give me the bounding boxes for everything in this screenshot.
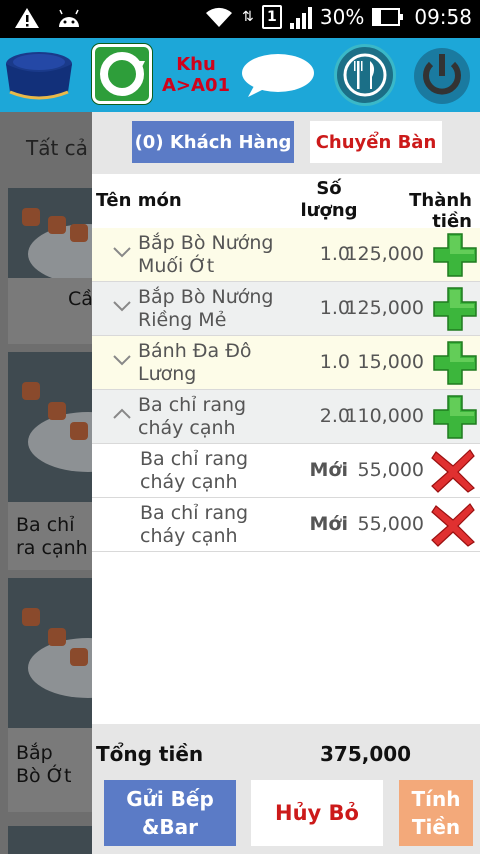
- data-arrows-icon: ⇅: [242, 9, 254, 25]
- product-list: Tất cả Cầ Ba chỉ ra cạnh Bắp Bò Ớt: [0, 112, 100, 854]
- x-icon[interactable]: [430, 502, 476, 548]
- order-item-row[interactable]: Bắp Bò Nướng Muối Ớt 1.0 125,000: [92, 228, 480, 282]
- sim-icon: 1: [261, 5, 282, 29]
- total-label: Tổng tiền: [96, 742, 204, 766]
- item-name: Bắp Bò Nướng Riềng Mẻ: [138, 286, 274, 331]
- area-label: Khu A>A01: [160, 54, 232, 96]
- signal-icon: [289, 5, 312, 29]
- item-name: Ba chỉ rang cháy cạnh: [138, 394, 247, 439]
- chevron-up-icon[interactable]: [112, 404, 132, 424]
- subitem-price: 55,000: [357, 513, 424, 535]
- panel-footer: Tổng tiền 375,000 Gửi Bếp &Bar Hủy Bỏ Tí…: [92, 724, 480, 854]
- android-icon: [59, 9, 79, 27]
- product-photo: [8, 352, 92, 502]
- order-subitem-row[interactable]: Ba chỉ rang cháy cạnh Mới 55,000: [92, 498, 480, 552]
- product-name: Ba chỉ ra cạnh: [16, 514, 88, 559]
- product-photo: [8, 188, 92, 278]
- refresh-button[interactable]: [92, 44, 152, 104]
- plus-icon[interactable]: [432, 394, 478, 440]
- item-name: Bánh Đa Đô Lương: [138, 340, 252, 385]
- chevron-down-icon[interactable]: [112, 350, 132, 370]
- checkout-button[interactable]: Tính Tiền: [399, 780, 473, 846]
- fork-knife-icon: [343, 53, 387, 97]
- product-photo: [8, 826, 92, 854]
- order-item-row[interactable]: Bánh Đa Đô Lương 1.0 15,000: [92, 336, 480, 390]
- order-item-row[interactable]: Bắp Bò Nướng Riềng Mẻ 1.0 125,000: [92, 282, 480, 336]
- refresh-icon: [100, 52, 145, 96]
- top-toolbar: Khu A>A01: [0, 38, 480, 112]
- product-photo: [8, 578, 92, 728]
- order-panel: (0) Khách Hàng Chuyển Bàn Tên món Số lượ…: [92, 112, 480, 854]
- subitem-name: Ba chỉ rang cháy cạnh: [140, 502, 249, 547]
- product-card[interactable]: [8, 826, 92, 854]
- filter-all-label[interactable]: Tất cả: [26, 136, 88, 160]
- column-name: Tên món: [96, 190, 182, 211]
- column-total: Thành tiền: [409, 190, 472, 232]
- battery-icon: [372, 8, 404, 26]
- x-icon[interactable]: [430, 448, 476, 494]
- menu-button[interactable]: [334, 44, 396, 106]
- item-name: Bắp Bò Nướng Muối Ớt: [138, 232, 274, 277]
- status-bar: ⇅ 1 30% 09:58: [0, 0, 480, 38]
- item-price: 125,000: [345, 297, 424, 319]
- area-name: Khu: [176, 54, 216, 75]
- subitem-name: Ba chỉ rang cháy cạnh: [140, 448, 249, 493]
- panel-header: (0) Khách Hàng Chuyển Bàn: [92, 112, 480, 174]
- cancel-button[interactable]: Hủy Bỏ: [251, 780, 383, 846]
- plus-icon[interactable]: [432, 340, 478, 386]
- plus-icon[interactable]: [432, 232, 478, 278]
- order-table-header: Tên món Số lượng Thành tiền: [92, 174, 480, 232]
- item-price: 15,000: [357, 351, 424, 373]
- chevron-down-icon[interactable]: [112, 296, 132, 316]
- product-card[interactable]: Bắp Bò Ớt: [8, 578, 92, 812]
- item-price: 125,000: [345, 243, 424, 265]
- order-item-row[interactable]: Ba chỉ rang cháy cạnh 2.0 110,000: [92, 390, 480, 444]
- table-code: A>A01: [162, 75, 230, 96]
- warning-icon: [15, 8, 39, 28]
- table-icon[interactable]: [4, 48, 74, 104]
- order-subitem-row[interactable]: Ba chỉ rang cháy cạnh Mới 55,000: [92, 444, 480, 498]
- order-items: Bắp Bò Nướng Muối Ớt 1.0 125,000 Bắp Bò …: [92, 228, 480, 552]
- product-name: Bắp Bò Ớt: [16, 742, 72, 787]
- clock: 09:58: [414, 5, 472, 29]
- product-name: Cầ: [68, 288, 93, 310]
- power-icon[interactable]: [412, 46, 472, 106]
- message-bubble-icon[interactable]: [240, 52, 316, 98]
- product-card[interactable]: Ba chỉ ra cạnh: [8, 352, 92, 570]
- plus-icon[interactable]: [432, 286, 478, 332]
- column-qty: Số lượng: [300, 178, 358, 221]
- customer-button[interactable]: (0) Khách Hàng: [132, 121, 294, 163]
- battery-percent: 30%: [319, 5, 365, 29]
- send-kitchen-bar-button[interactable]: Gửi Bếp &Bar: [104, 780, 236, 846]
- item-price: 110,000: [345, 405, 424, 427]
- chevron-down-icon[interactable]: [112, 242, 132, 262]
- move-table-button[interactable]: Chuyển Bàn: [310, 121, 442, 163]
- wifi-icon: [205, 7, 232, 27]
- product-card[interactable]: Cầ: [8, 188, 93, 344]
- subitem-price: 55,000: [357, 459, 424, 481]
- total-value: 375,000: [320, 742, 412, 766]
